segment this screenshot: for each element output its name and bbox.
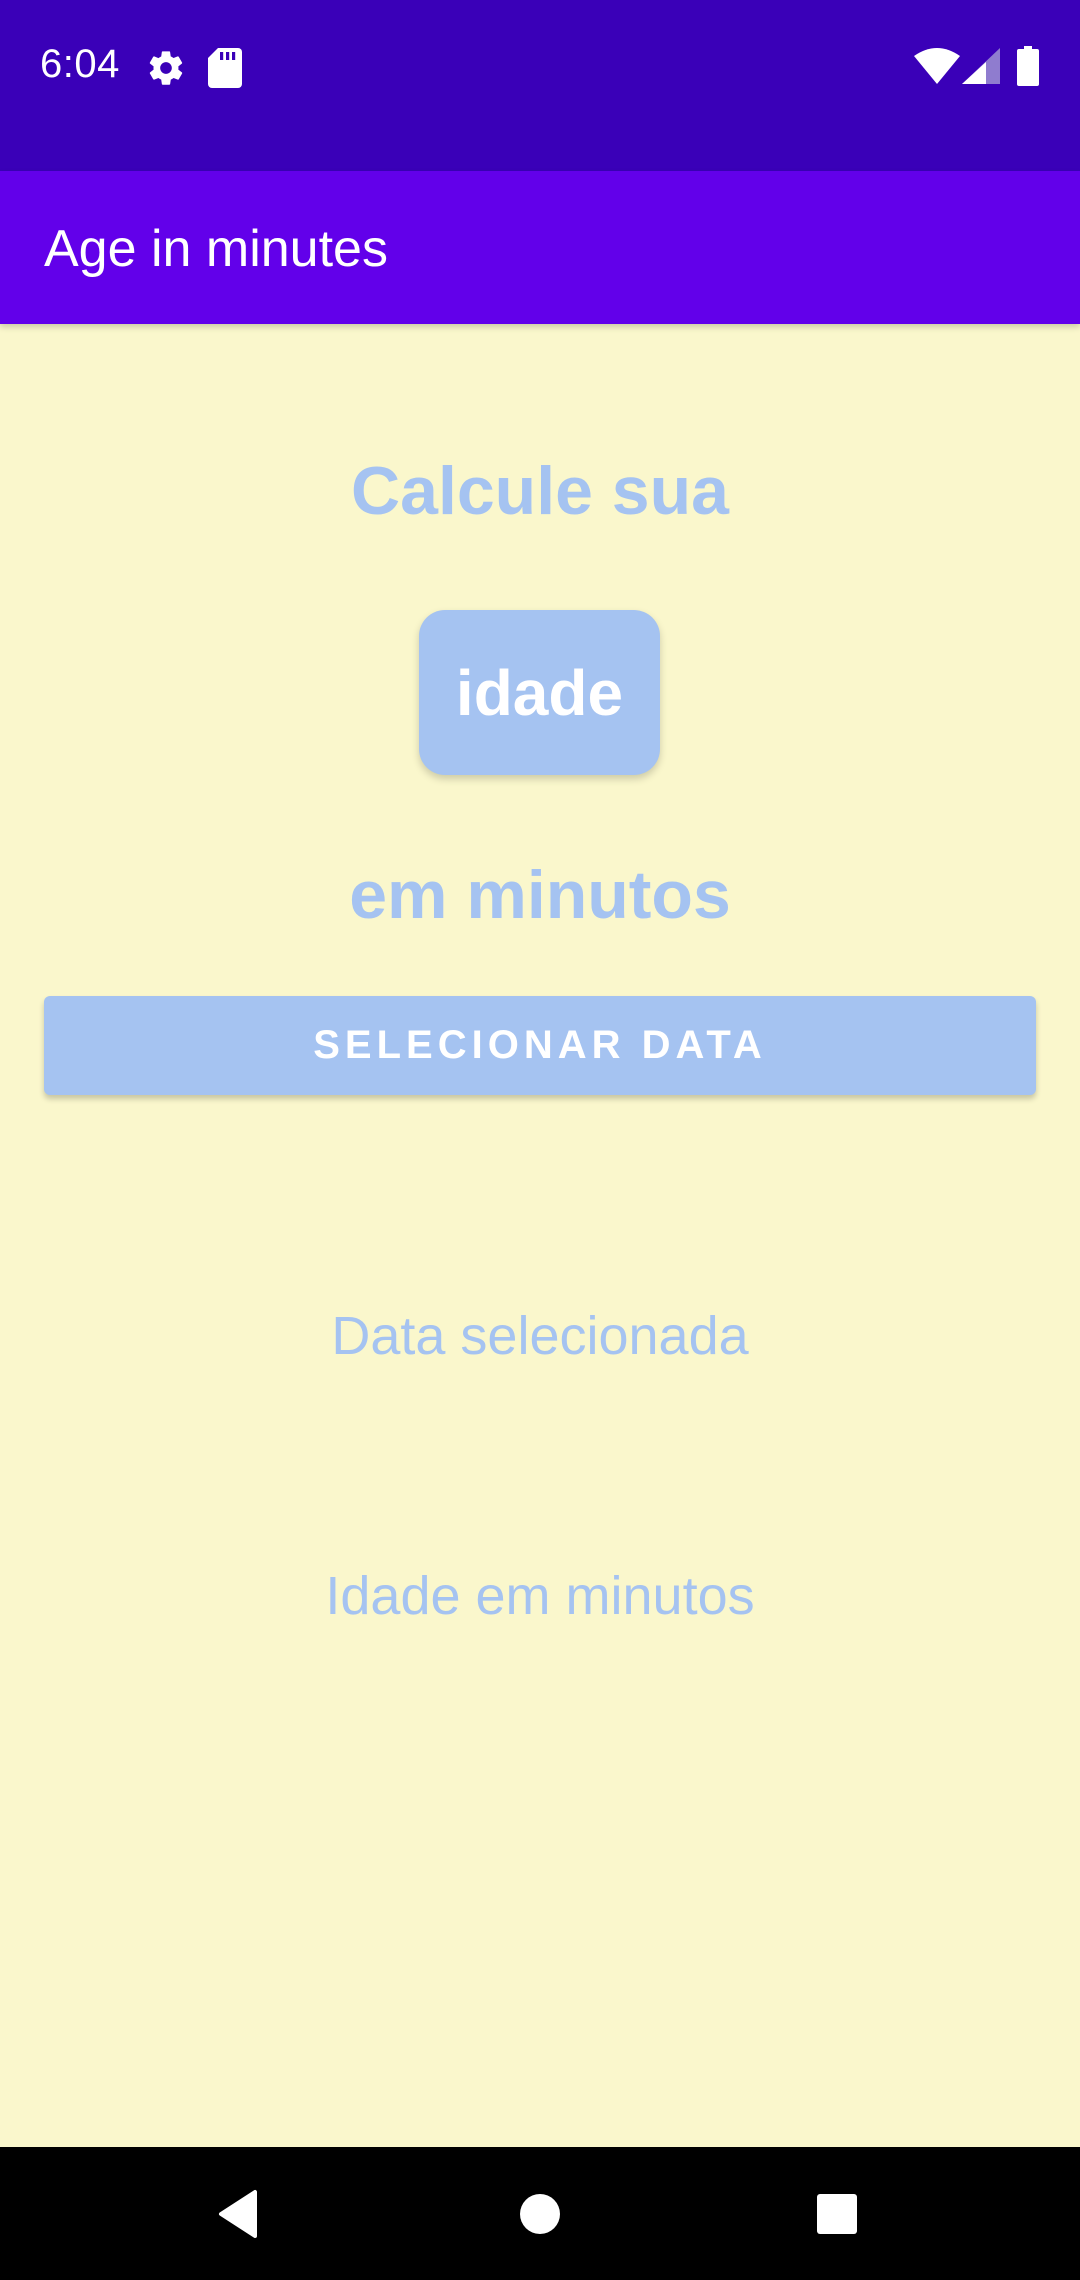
app-bar: Age in minutes bbox=[0, 171, 1080, 324]
app-title: Age in minutes bbox=[44, 220, 388, 278]
select-date-button[interactable]: SELECIONAR DATA bbox=[44, 996, 1036, 1095]
cell-signal-icon bbox=[962, 48, 1000, 89]
idade-label: idade bbox=[455, 656, 624, 729]
heading-em-minutos: em minutos bbox=[349, 857, 731, 933]
heading-calcule-sua: Calcule sua bbox=[351, 453, 729, 529]
idade-badge: idade bbox=[419, 610, 660, 775]
sd-card-icon bbox=[208, 48, 242, 93]
selected-date-text: Data selecionada bbox=[331, 1306, 749, 1366]
status-time: 6:04 bbox=[40, 42, 120, 86]
screen: 6:04 Age in minutes Calcule sua idade em… bbox=[0, 0, 1080, 2280]
age-in-minutes-text: Idade em minutos bbox=[325, 1566, 755, 1626]
wifi-icon bbox=[914, 48, 960, 89]
navigation-bar bbox=[0, 2147, 1080, 2280]
gear-icon bbox=[146, 48, 186, 93]
back-icon[interactable] bbox=[203, 2177, 277, 2251]
home-icon[interactable] bbox=[503, 2177, 577, 2251]
status-bar: 6:04 bbox=[0, 0, 1080, 171]
battery-icon bbox=[1017, 46, 1039, 91]
recents-icon[interactable] bbox=[800, 2177, 874, 2251]
